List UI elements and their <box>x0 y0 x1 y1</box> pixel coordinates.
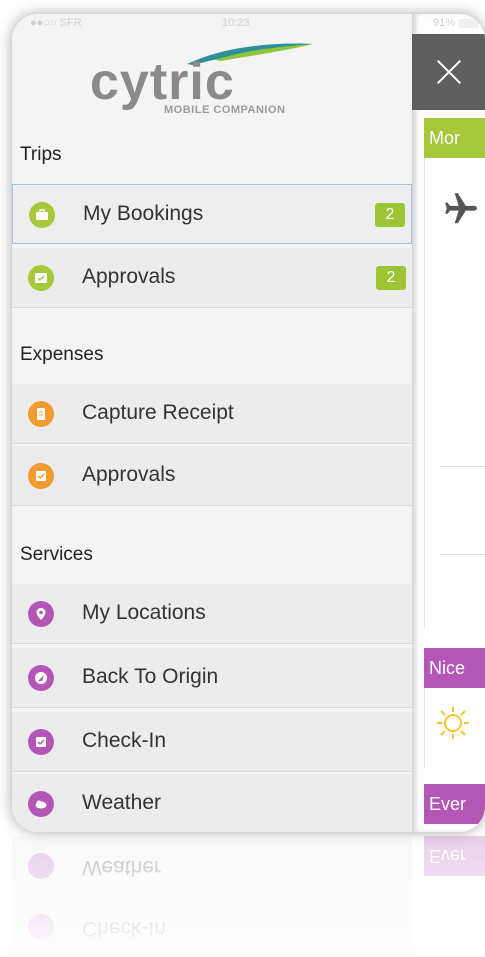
count-badge: 2 <box>376 266 406 290</box>
weather-icon <box>28 791 54 817</box>
card-header-weather[interactable]: Nice <box>424 648 485 688</box>
card-header-trip[interactable]: Mor <box>424 118 485 158</box>
check-in-icon <box>28 729 54 755</box>
section-header-trips: Trips <box>20 144 62 165</box>
logo-subtitle: MOBILE COMPANION <box>164 104 286 116</box>
section-header-expenses: Expenses <box>20 344 104 365</box>
status-bar: ●●○○ SFR 10:23 91% <box>12 14 485 34</box>
reflection-fade <box>0 836 485 957</box>
battery-percent: 91% <box>432 17 455 29</box>
menu-item-label: Check-In <box>82 729 167 752</box>
main-content-panel: Mor Nice Ever <box>412 14 485 832</box>
sun-icon <box>436 706 470 745</box>
menu-item-capture-receipt[interactable]: Capture Receipt <box>12 384 412 444</box>
menu-item-label: Weather <box>82 791 161 814</box>
divider <box>440 466 485 467</box>
logo-wordmark: cytric <box>90 53 235 111</box>
menu-item-label: Approvals <box>82 463 176 486</box>
menu-item-label: Capture Receipt <box>82 401 234 424</box>
navigation-icon <box>28 665 54 691</box>
panel-top-bar <box>412 34 485 110</box>
approval-icon <box>28 463 54 489</box>
clock: 10:23 <box>222 17 250 29</box>
phone-screen: ●●○○ SFR 10:23 91% cytric MOBILE COMPANI… <box>12 14 485 832</box>
menu-item-check-in[interactable]: Check-In <box>12 712 412 772</box>
navigation-drawer: cytric MOBILE COMPANION Trips My Booking… <box>12 14 412 832</box>
receipt-icon <box>28 401 54 427</box>
airplane-icon <box>442 190 480 233</box>
divider <box>440 554 485 555</box>
location-pin-icon <box>28 601 54 627</box>
close-icon[interactable] <box>435 58 463 86</box>
menu-item-label: My Bookings <box>83 202 204 225</box>
menu-item-trip-approvals[interactable]: Approvals 2 <box>12 248 412 308</box>
menu-item-weather[interactable]: Weather <box>12 774 412 832</box>
approval-icon <box>28 265 54 291</box>
cytric-logo: cytric MOBILE COMPANION <box>90 42 330 116</box>
count-badge: 2 <box>375 203 405 227</box>
menu-item-label: Approvals <box>82 265 176 288</box>
menu-item-label: Back To Origin <box>82 665 219 688</box>
menu-item-label: My Locations <box>82 601 206 624</box>
carrier-label: ●●○○ SFR <box>30 17 82 29</box>
menu-item-my-locations[interactable]: My Locations <box>12 584 412 644</box>
battery-icon <box>459 19 479 28</box>
section-header-services: Services <box>20 544 93 565</box>
card-header-events[interactable]: Ever <box>424 784 485 824</box>
suitcase-icon <box>29 202 55 228</box>
menu-item-expense-approvals[interactable]: Approvals <box>12 446 412 506</box>
menu-item-back-to-origin[interactable]: Back To Origin <box>12 648 412 708</box>
menu-item-my-bookings[interactable]: My Bookings 2 <box>12 184 412 244</box>
